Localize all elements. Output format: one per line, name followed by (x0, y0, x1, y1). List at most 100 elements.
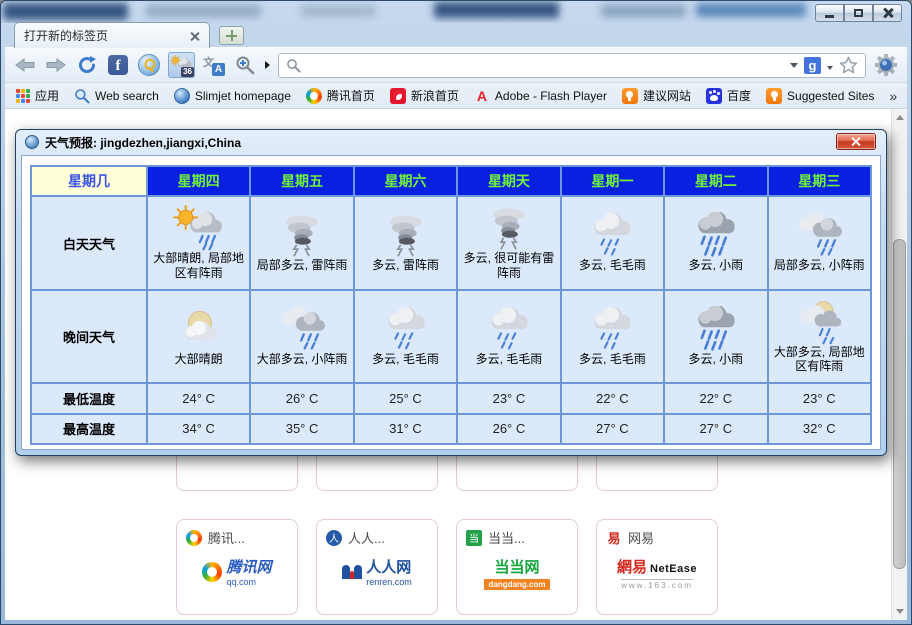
weather-icon (790, 212, 848, 258)
bookmark-apps[interactable]: 应用 (16, 87, 59, 104)
dialog-globe-icon (25, 135, 39, 149)
password-extension-button[interactable] (137, 53, 161, 77)
renren-logo-mark (342, 565, 362, 579)
weather-icon (583, 212, 641, 258)
forward-button[interactable] (44, 53, 68, 77)
weather-cell: 多云, 毛毛雨 (561, 290, 664, 383)
row-label: 最高温度 (31, 414, 147, 444)
bookmark-suggested-sites[interactable]: Suggested Sites (766, 88, 874, 104)
speed-dial-tile-tencent[interactable]: 腾讯... 腾讯网 qq.com (176, 519, 298, 615)
translate-extension-button[interactable]: 文 A (202, 53, 226, 77)
day-header: 星期一 (561, 166, 664, 196)
window-titlebar[interactable] (1, 1, 911, 23)
lightbulb-icon (622, 88, 638, 104)
bookmark-suggested-sites-cn[interactable]: 建议网站 (622, 87, 691, 104)
facebook-icon: f (108, 55, 128, 75)
page-scrollbar[interactable] (891, 109, 907, 620)
weather-cell: 大部晴朗, 局部地区有阵雨 (147, 196, 250, 289)
forward-icon (45, 56, 67, 74)
bookmarks-overflow-chevron[interactable]: » (889, 88, 897, 104)
bookmark-label: Web search (95, 89, 159, 103)
bookmark-web-search[interactable]: Web search (74, 88, 159, 104)
back-button[interactable] (13, 53, 37, 77)
maximize-icon (854, 9, 863, 17)
max-temp-cell: 35° C (250, 414, 353, 444)
minimize-button[interactable] (815, 4, 844, 22)
weather-cell: 多云, 小雨 (664, 196, 767, 289)
reload-button[interactable] (75, 53, 99, 77)
weather-icon (687, 306, 745, 352)
max-temp-row: 最高温度 34° C 35° C 31° C 26° C 27° C 27° C… (31, 414, 871, 444)
titlebar-glass-reflection (146, 5, 261, 17)
weather-icon (790, 299, 848, 345)
bookmark-tencent-home[interactable]: 腾讯首页 (306, 87, 375, 104)
speed-dial-tile-dangdang[interactable]: 当 当当... 当当网 dangdang.com (456, 519, 578, 615)
new-tab-button[interactable] (219, 26, 244, 45)
address-search-bar[interactable]: g (278, 53, 866, 78)
google-dropdown-icon[interactable] (827, 66, 833, 70)
scrollbar-thumb[interactable] (893, 239, 906, 569)
close-button[interactable] (873, 4, 902, 22)
forecast-header-row: 星期几 星期四 星期五 星期六 星期天 星期一 星期二 星期三 (31, 166, 871, 196)
min-temp-cell: 22° C (561, 383, 664, 413)
tencent-logo: 腾讯网 qq.com (177, 556, 297, 587)
dialog-titlebar[interactable]: 天气预报: jingdezhen,jiangxi,China (16, 130, 886, 154)
weather-icon (273, 212, 331, 258)
translate-icon: 文 A (203, 54, 225, 76)
facebook-extension-button[interactable]: f (106, 53, 130, 77)
weather-cell: 多云, 雷阵雨 (354, 196, 457, 289)
bookmark-slimjet-homepage[interactable]: Slimjet homepage (174, 88, 291, 104)
forecast-table: 星期几 星期四 星期五 星期六 星期天 星期一 星期二 星期三 白天天气 大部晴… (30, 165, 872, 445)
settings-menu-button[interactable] (873, 52, 899, 78)
bookmark-label: Suggested Sites (787, 89, 874, 103)
dialog-close-button[interactable] (836, 133, 876, 150)
bookmark-sina-home[interactable]: 新浪首页 (390, 87, 459, 104)
bookmark-baidu[interactable]: 百度 (706, 87, 751, 104)
weather-icon (583, 306, 641, 352)
arrow-up-icon (896, 115, 904, 120)
weather-extension-button[interactable]: 36 (168, 52, 195, 78)
toolbar-overflow-arrow-icon[interactable] (265, 61, 270, 69)
weather-cell: 局部多云, 雷阵雨 (250, 196, 353, 289)
weather-cell: 多云, 毛毛雨 (354, 290, 457, 383)
titlebar-glass-reflection (601, 5, 686, 17)
close-icon (883, 8, 893, 18)
magnifier-icon (74, 88, 90, 104)
bookmark-label: 建议网站 (643, 87, 691, 104)
dialog-content: 星期几 星期四 星期五 星期六 星期天 星期一 星期二 星期三 白天天气 大部晴… (21, 155, 881, 450)
row-label: 最低温度 (31, 383, 147, 413)
sina-icon (390, 88, 406, 104)
maximize-button[interactable] (844, 4, 873, 22)
weather-cell: 大部多云, 小阵雨 (250, 290, 353, 383)
day-header: 星期六 (354, 166, 457, 196)
zoom-magnifier-icon (235, 55, 255, 75)
max-temp-cell: 34° C (147, 414, 250, 444)
bookmark-adobe-flash[interactable]: A Adobe - Flash Player (474, 88, 607, 104)
row-label: 白天天气 (31, 196, 147, 289)
min-temp-cell: 26° C (250, 383, 353, 413)
max-temp-cell: 32° C (768, 414, 871, 444)
min-temp-cell: 23° C (768, 383, 871, 413)
min-temp-row: 最低温度 24° C 26° C 25° C 23° C 22° C 22° C… (31, 383, 871, 413)
renren-logo: 人人网 renren.com (317, 556, 437, 587)
scrollbar-down-button[interactable] (892, 603, 908, 620)
google-icon[interactable]: g (804, 57, 821, 74)
minimize-icon (825, 15, 834, 18)
weather-cell: 多云, 毛毛雨 (561, 196, 664, 289)
bookmark-star-icon[interactable] (839, 56, 858, 74)
row-label: 晚间天气 (31, 290, 147, 383)
tab-close-icon[interactable] (190, 31, 200, 41)
daytime-weather-row: 白天天气 大部晴朗, 局部地区有阵雨 局部多云, 雷阵雨 多云, 雷阵雨 多云,… (31, 196, 871, 289)
titlebar-glass-reflection (3, 3, 128, 20)
speed-dial-tile-netease[interactable]: 易 网易 網易 NetEase www.163.com (596, 519, 718, 615)
speed-dial-tile-renren[interactable]: 人 人人... 人人网 renren.com (316, 519, 438, 615)
scrollbar-up-button[interactable] (892, 109, 908, 126)
dialog-title: 天气预报: jingdezhen,jiangxi,China (45, 134, 241, 151)
zoom-extension-button[interactable] (233, 53, 257, 77)
search-engine-dropdown-icon[interactable] (790, 63, 798, 68)
weather-icon (170, 205, 228, 251)
tile-title: 人人... (348, 528, 385, 547)
bookmark-label: 应用 (35, 87, 59, 104)
weather-forecast-dialog: 天气预报: jingdezhen,jiangxi,China 星期几 星期四 星… (15, 129, 887, 456)
tab-new-tab-page[interactable]: 打开新的标签页 (14, 22, 210, 48)
